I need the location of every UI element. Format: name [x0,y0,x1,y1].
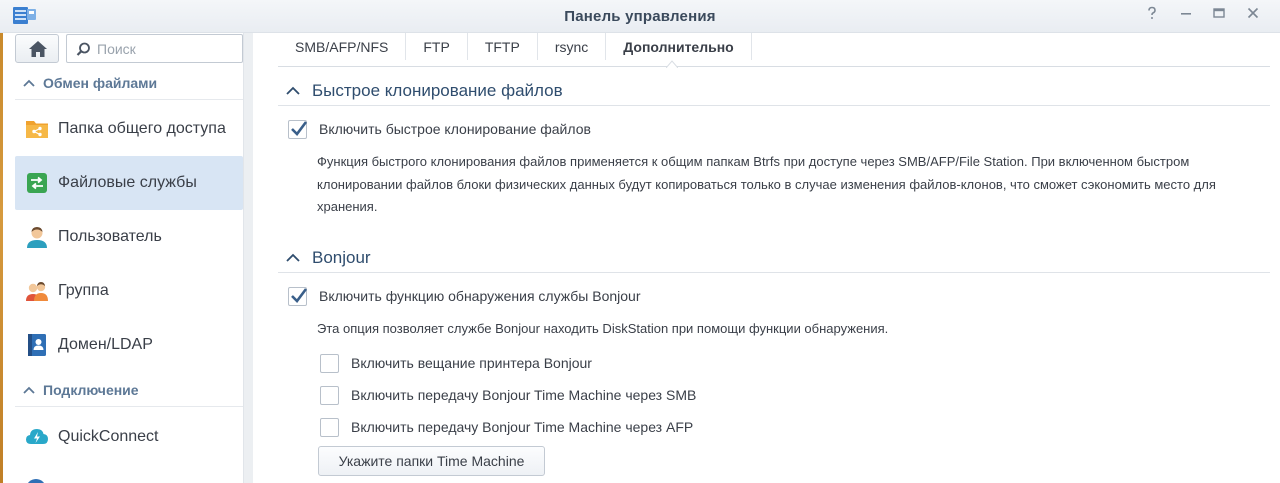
maximize-icon[interactable] [1209,6,1229,26]
tab-rsync[interactable]: rsync [538,33,607,60]
bonjour-tm-afp-row[interactable]: Включить передачу Bonjour Time Machine ч… [320,416,693,438]
chevron-up-icon [15,381,43,399]
section-file-sharing[interactable]: Обмен файлами [15,66,243,100]
checkmark-icon [291,287,308,303]
bonjour-checkbox[interactable] [288,286,308,306]
sidebar-item-shared-folder[interactable]: Папка общего доступа [15,102,243,156]
section-connectivity[interactable]: Подключение [15,373,243,407]
checkmark-icon [291,120,308,136]
bonjour-tm-afp-checkbox[interactable] [320,417,339,437]
main-content: SMB/AFP/NFS FTP TFTP rsync Дополнительно… [254,33,1280,483]
search-icon [76,42,90,56]
tab-tftp[interactable]: TFTP [468,33,538,60]
fast-clone-description: Функция быстрого клонирования файлов при… [317,154,1216,214]
tab-bar: SMB/AFP/NFS FTP TFTP rsync Дополнительно [278,33,1270,67]
bonjour-enable-row[interactable]: Включить функцию обнаружения службы Bonj… [288,285,641,307]
chevron-up-icon [15,74,43,92]
sidebar-item-group[interactable]: Группа [15,264,243,318]
time-machine-folders-button[interactable]: Укажите папки Time Machine [318,446,545,476]
sidebar-item-file-services[interactable]: Файловые службы [15,156,243,210]
minimize-icon[interactable] [1176,6,1196,26]
sidebar-scrollbar[interactable] [243,33,253,483]
home-button[interactable] [15,34,59,63]
bonjour-printer-label: Включить вещание принтера Bonjour [351,355,592,371]
shared-folder-icon [25,117,49,141]
help-icon[interactable] [1142,6,1162,26]
fast-clone-enable-row[interactable]: Включить быстрое клонирование файлов [288,118,591,140]
sidebar-item-label: Пользователь [58,228,162,245]
sidebar: Обмен файлами Папка общего доступа Файло… [3,33,253,483]
bonjour-tm-afp-label: Включить передачу Bonjour Time Machine ч… [351,419,694,435]
file-services-icon [25,171,49,195]
domain-ldap-icon [25,333,49,357]
bonjour-printer-row[interactable]: Включить вещание принтера Bonjour [320,352,592,374]
user-icon [25,225,49,249]
sidebar-item-label: Домен/LDAP [58,336,153,353]
home-icon [29,41,47,57]
sidebar-item-label: QuickConnect [58,428,159,445]
quickconnect-icon [25,425,49,449]
fast-clone-enable-label: Включить быстрое клонирование файлов [319,121,591,137]
partial-sidebar-icon [25,478,47,483]
sidebar-item-label: Файловые службы [58,174,197,191]
bonjour-enable-label: Включить функцию обнаружения службы Bonj… [319,288,641,304]
active-tab-pointer [666,60,678,68]
bonjour-tm-smb-row[interactable]: Включить передачу Bonjour Time Machine ч… [320,384,696,406]
fast-clone-checkbox[interactable] [288,119,308,139]
sidebar-item-quickconnect[interactable]: QuickConnect [15,410,243,464]
bonjour-printer-checkbox[interactable] [320,353,339,373]
close-icon[interactable] [1243,6,1263,26]
sidebar-item-label: Группа [58,282,109,299]
tab-advanced[interactable]: Дополнительно [606,33,752,60]
tab-smb-afp-nfs[interactable]: SMB/AFP/NFS [278,33,407,60]
search-input[interactable] [97,39,237,59]
bonjour-section-header[interactable]: Bonjour [278,243,1270,273]
chevron-up-icon [278,82,312,100]
window-title: Панель управления [564,8,716,25]
tab-ftp[interactable]: FTP [406,33,468,60]
bonjour-description: Эта опция позволяет службе Bonjour наход… [317,321,889,336]
sidebar-item-label: Папка общего доступа [58,120,226,137]
bonjour-tm-smb-checkbox[interactable] [320,385,339,405]
sidebar-item-domain-ldap[interactable]: Домен/LDAP [15,318,243,372]
chevron-up-icon [278,249,312,267]
group-icon [25,279,49,303]
bonjour-title: Bonjour [312,247,371,267]
section-label: Подключение [43,381,139,398]
bonjour-tm-smb-label: Включить передачу Bonjour Time Machine ч… [351,387,697,403]
sidebar-item-user[interactable]: Пользователь [15,210,243,264]
search-box[interactable] [66,34,243,63]
section-label: Обмен файлами [43,74,158,91]
title-bar: Панель управления [0,0,1280,33]
fast-clone-title: Быстрое клонирование файлов [312,80,563,100]
fast-clone-section-header[interactable]: Быстрое клонирование файлов [278,76,1270,106]
